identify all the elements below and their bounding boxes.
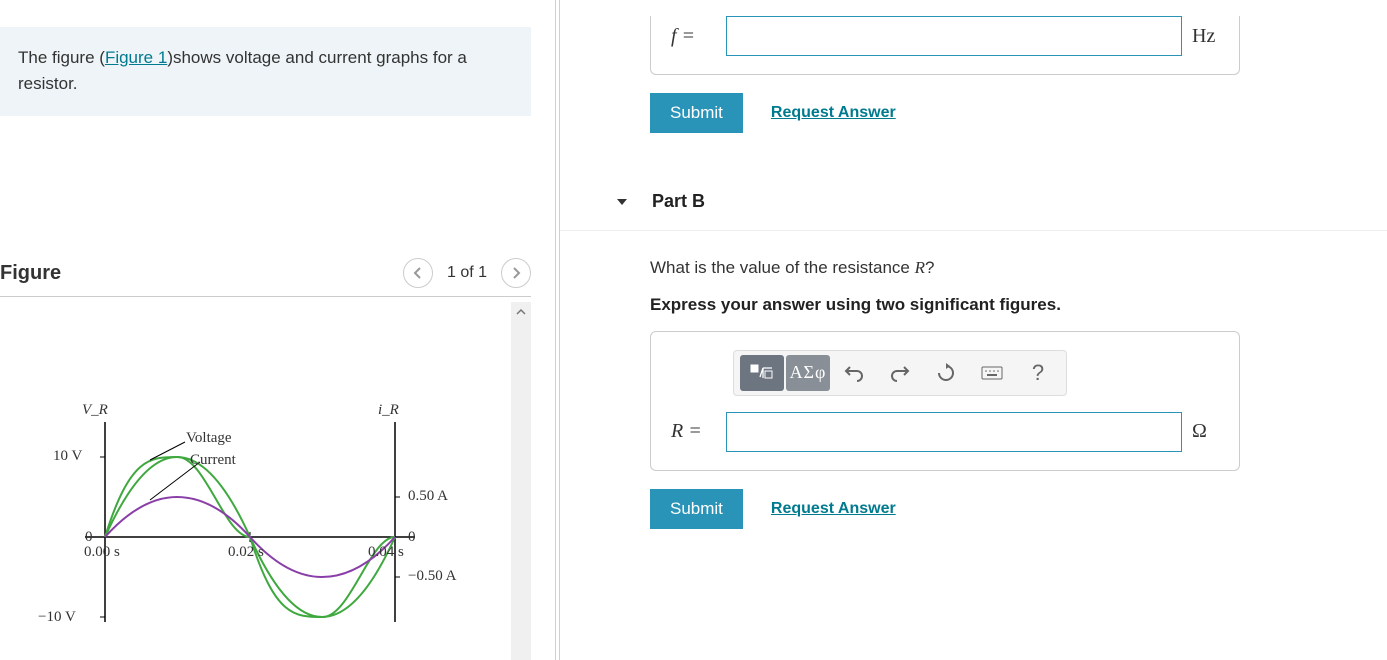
templates-button[interactable] (740, 355, 784, 391)
undo-icon (844, 364, 864, 382)
help-button[interactable]: ? (1016, 355, 1060, 391)
part-b-submit-button[interactable]: Submit (650, 489, 743, 529)
keyboard-icon (981, 366, 1003, 380)
figure-header: Figure 1 of 1 (0, 258, 531, 297)
part-a-buttons: Submit Request Answer (650, 93, 1387, 133)
x-tick-1: 0.02 s (228, 544, 264, 561)
chevron-left-icon (413, 266, 423, 280)
redo-button[interactable] (878, 355, 922, 391)
reset-icon (936, 363, 956, 383)
figure-next-button[interactable] (501, 258, 531, 288)
figure-graph: V_R i_R 10 V 0 −10 V 0.50 A 0 −0.50 A 0.… (30, 402, 500, 647)
series-current-label: Current (190, 452, 236, 469)
redo-icon (890, 364, 910, 382)
x-tick-2: 0.04 s (368, 544, 404, 561)
part-b-variable: R = (671, 420, 716, 443)
right-tick-0: 0 (408, 529, 416, 546)
greek-button[interactable]: ΑΣφ (786, 355, 830, 391)
part-b-answer-box: ΑΣφ ? R = Ω (650, 331, 1240, 471)
right-axis-label: i_R (378, 402, 399, 419)
part-a-input[interactable] (726, 16, 1182, 56)
part-a-answer-box: f = Hz (650, 16, 1240, 75)
figure-link[interactable]: Figure 1 (105, 48, 167, 67)
series-voltage-label: Voltage (186, 430, 232, 447)
intro-prefix: The figure ( (18, 48, 105, 67)
math-template-icon (750, 363, 774, 383)
figure-prev-button[interactable] (403, 258, 433, 288)
scroll-up-button[interactable] (511, 302, 531, 322)
undo-button[interactable] (832, 355, 876, 391)
left-tick-n10v: −10 V (38, 609, 76, 626)
figure-scrollbar[interactable] (511, 302, 531, 660)
part-b-instruction: Express your answer using two significan… (650, 295, 1387, 315)
reset-button[interactable] (924, 355, 968, 391)
figure-area: V_R i_R 10 V 0 −10 V 0.50 A 0 −0.50 A 0.… (0, 302, 531, 660)
right-tick-n05a: −0.50 A (408, 568, 456, 585)
part-a-request-link[interactable]: Request Answer (771, 104, 896, 122)
part-b-question: What is the value of the resistance R? (650, 255, 1387, 281)
chevron-up-icon (516, 309, 526, 315)
chevron-right-icon (511, 266, 521, 280)
x-tick-0: 0.00 s (84, 544, 120, 561)
part-b-request-link[interactable]: Request Answer (771, 500, 896, 518)
caret-down-icon (616, 195, 628, 209)
keyboard-button[interactable] (970, 355, 1014, 391)
part-b-title: Part B (652, 191, 705, 212)
figure-count: 1 of 1 (441, 264, 493, 282)
left-axis-label: V_R (82, 402, 108, 419)
figure-nav: 1 of 1 (403, 258, 531, 288)
equation-toolbar: ΑΣφ ? (733, 350, 1067, 396)
left-tick-10v: 10 V (53, 448, 82, 465)
right-tick-05a: 0.50 A (408, 488, 448, 505)
part-b-input[interactable] (726, 412, 1182, 452)
part-a-unit: Hz (1192, 25, 1215, 48)
problem-intro: The figure (Figure 1)shows voltage and c… (0, 27, 531, 116)
part-a-submit-button[interactable]: Submit (650, 93, 743, 133)
part-b-header[interactable]: Part B (560, 173, 1387, 231)
figure-title: Figure (0, 262, 61, 285)
part-a-variable: f = (671, 25, 716, 48)
part-b-unit: Ω (1192, 420, 1207, 443)
part-b-buttons: Submit Request Answer (650, 489, 1387, 529)
graph-svg (30, 402, 500, 642)
